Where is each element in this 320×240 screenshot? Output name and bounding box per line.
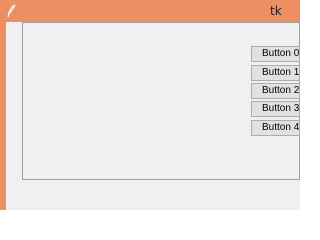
app-window: tk Button 0 Button 1 Button 2 Button 3 B… <box>0 0 300 210</box>
button-0[interactable]: Button 0 <box>251 46 300 62</box>
window-title: tk <box>270 4 282 18</box>
button-4[interactable]: Button 4 <box>251 120 300 136</box>
button-1[interactable]: Button 1 <box>251 65 300 81</box>
button-3[interactable]: Button 3 <box>251 101 300 117</box>
button-2[interactable]: Button 2 <box>251 83 300 99</box>
title-bar[interactable]: tk <box>0 0 300 22</box>
feather-icon <box>6 4 18 18</box>
